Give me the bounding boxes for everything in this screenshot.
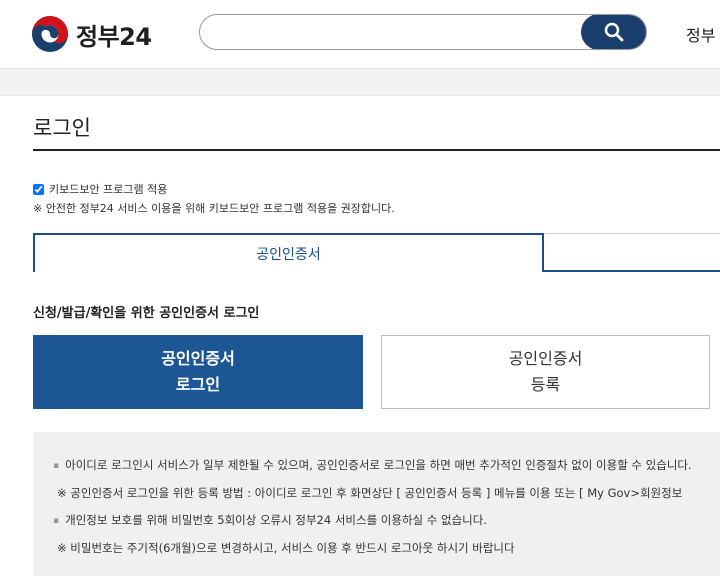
search-input[interactable] xyxy=(214,15,578,49)
search-icon xyxy=(604,22,624,42)
nav-menu-gov[interactable]: 정부 xyxy=(686,22,715,46)
certificate-register-button[interactable]: 공인인증서 등록 xyxy=(381,335,710,409)
notice-item: ※ 비밀번호는 주기적(6개월)으로 변경하시고, 서비스 이용 후 반드시 로… xyxy=(57,541,515,555)
taegeuk-logo-icon xyxy=(31,15,69,53)
logo-text: 정부24 xyxy=(76,22,152,51)
keyboard-security-checkbox[interactable] xyxy=(33,183,44,195)
register-button-line1: 공인인증서 xyxy=(508,349,583,368)
gov24-logo[interactable]: 정부24 xyxy=(31,14,152,54)
certificate-login-button[interactable]: 공인인증서 로그인 xyxy=(33,335,363,409)
keyboard-security-option[interactable]: 키보드보안 프로그램 적용 xyxy=(33,181,167,197)
header: 정부24 정부 xyxy=(0,0,720,69)
login-button-line2: 로그인 xyxy=(175,375,221,394)
keyboard-security-label: 키보드보안 프로그램 적용 xyxy=(49,183,168,196)
register-button-line2: 등록 xyxy=(530,375,561,394)
login-button-line1: 공인인증서 xyxy=(161,349,235,368)
title-divider xyxy=(33,149,720,151)
tab-certificate[interactable]: 공인인증서 xyxy=(33,233,544,272)
tab-certificate-label: 공인인증서 xyxy=(256,246,321,263)
page-title: 로그인 xyxy=(33,116,91,140)
section-title: 신청/발급/확인을 위한 공인인증서 로그인 xyxy=(33,306,260,321)
notice-item: ※ 공인인증서 로그인을 위한 등록 방법 : 아이디로 로그인 후 화면상단 … xyxy=(57,486,683,500)
search-button[interactable] xyxy=(581,15,646,49)
notice-box: 아이디로 로그인시 서비스가 일부 제한될 수 있으며, 공인인증서로 로그인을… xyxy=(33,432,720,576)
keyboard-security-note: ※ 안전한 정부24 서비스 이용을 위해 키보드보안 프로그램 적용을 권장합… xyxy=(33,202,395,215)
tab-secondary[interactable] xyxy=(544,233,720,272)
search-box xyxy=(199,14,647,50)
notice-item: 개인정보 보호를 위해 비밀번호 5회이상 오류시 정부24 서비스를 이용하실… xyxy=(53,512,487,528)
notice-item: 아이디로 로그인시 서비스가 일부 제한될 수 있으며, 공인인증서로 로그인을… xyxy=(53,457,692,473)
sub-header-band xyxy=(0,69,720,96)
